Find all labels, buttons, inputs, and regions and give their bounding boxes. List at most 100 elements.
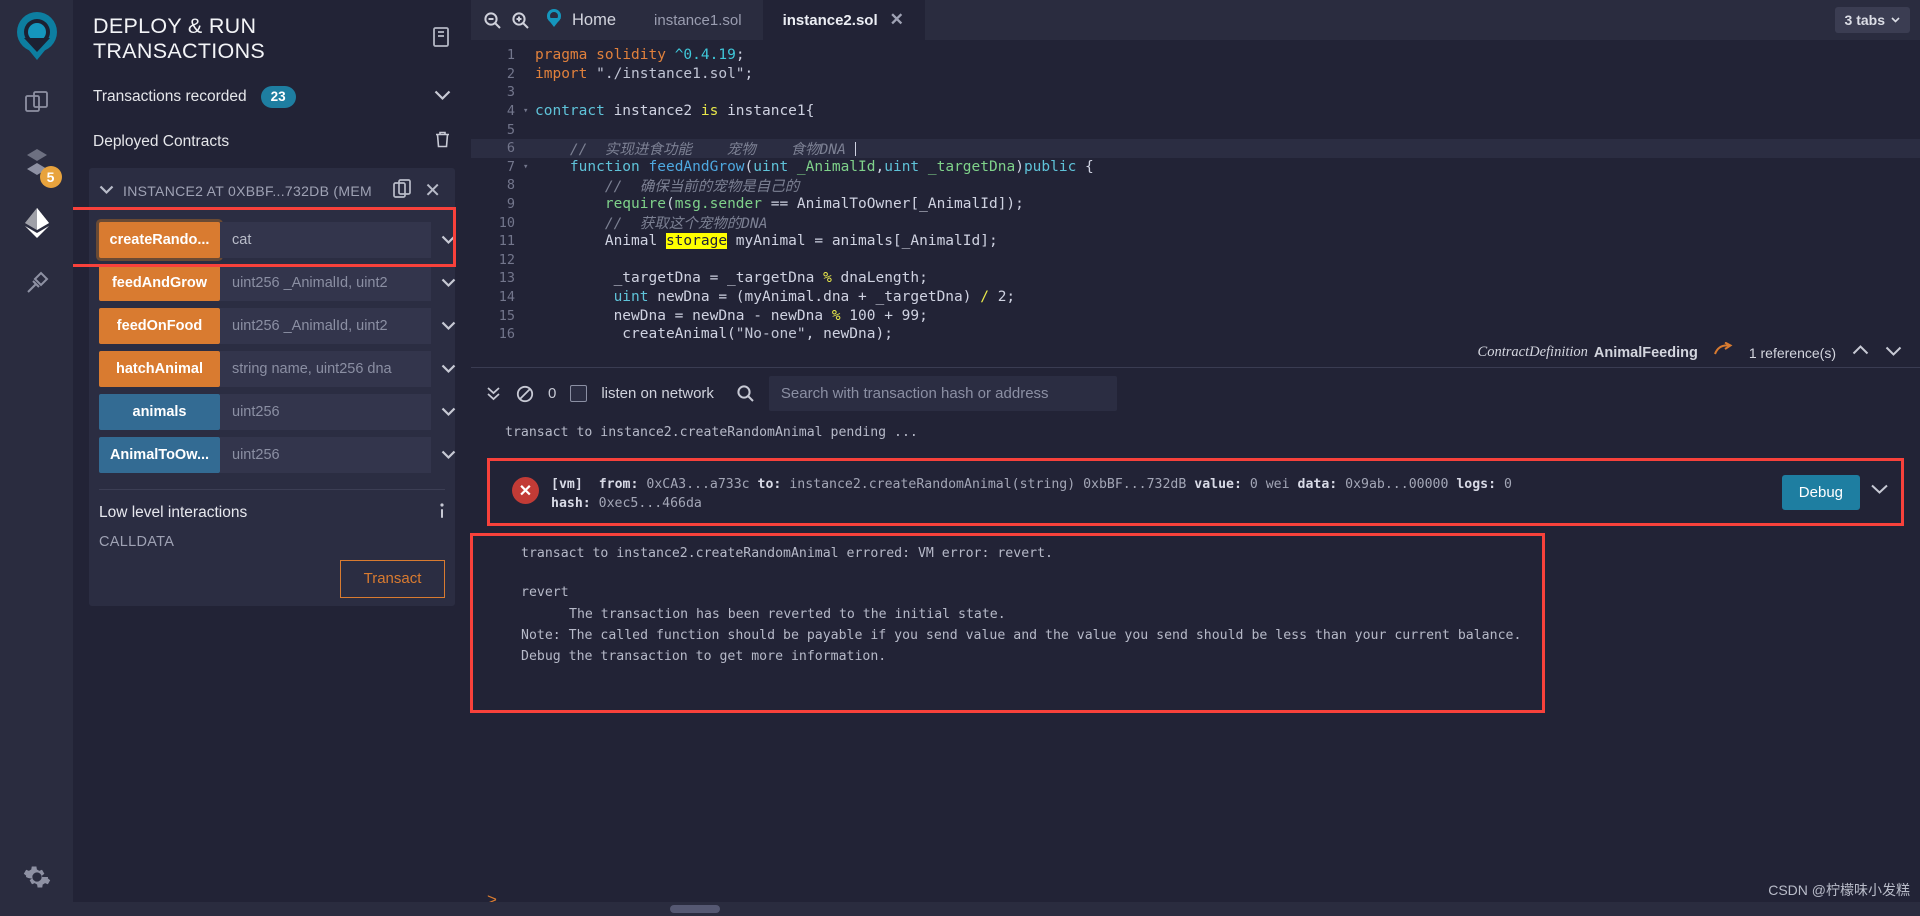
hash-value: 0xec5...466da (598, 496, 702, 512)
code-line: 16 _createAnimal("No-one", newDna); (498, 326, 893, 340)
revert-hint: Debug the transaction to get more inform… (521, 648, 887, 664)
calldata-input[interactable] (99, 559, 340, 598)
page-title: DEPLOY & RUN TRANSACTIONS (93, 14, 266, 63)
copy-icon[interactable] (392, 178, 413, 205)
code-line: 14 uint newDna = (myAnimal.dna + _target… (498, 289, 1016, 306)
code-editor[interactable]: 1 pragma solidity ^0.4.19; 2 import "./ins… (471, 40, 1920, 340)
function-input-animaltoowner[interactable] (220, 436, 431, 473)
pending-count: 0 (548, 385, 557, 402)
code-line: 2 import "./instance1.sol"; (506, 65, 754, 82)
code-line: 11 Animal storage myAnimal = animals[_An… (498, 233, 998, 250)
chevron-down-icon[interactable] (431, 351, 465, 387)
function-button-feedonfood[interactable]: feedOnFood (99, 307, 220, 344)
chevron-down-icon (1891, 17, 1900, 23)
revert-detail: The transaction has been reverted to the… (569, 606, 1006, 622)
chevron-down-icon[interactable] (431, 437, 465, 473)
solidity-compiler-icon[interactable]: 5 (14, 140, 62, 188)
instance-header[interactable]: INSTANCE2 AT 0XBBF...732DB (MEM ✕ (89, 168, 455, 215)
no-entry-icon[interactable] (516, 385, 534, 403)
remix-logo-icon (8, 8, 66, 66)
revert-label: revert (521, 585, 569, 601)
to-value: instance2.createRandomAnimal(string) 0xb… (789, 477, 1187, 492)
code-line: 5 (506, 121, 515, 138)
tab-home[interactable]: Home (540, 0, 634, 40)
transact-button[interactable]: Transact (340, 559, 445, 598)
chevron-down-icon[interactable] (431, 394, 465, 430)
function-button-feedandgrow[interactable]: feedAndGrow (99, 264, 220, 301)
icon-rail: 5 (0, 0, 73, 916)
double-chevron-down-icon[interactable] (485, 385, 502, 402)
tab-instance2-sol[interactable]: instance2.sol ✕ (762, 0, 925, 40)
function-input-feedonfood[interactable] (220, 307, 431, 344)
function-row-feedonfood: feedOnFood (99, 307, 455, 344)
function-button-animals[interactable]: animals (99, 393, 220, 430)
chevron-down-icon[interactable] (431, 222, 465, 258)
function-button-createrandomanimal[interactable]: createRando... (99, 221, 220, 258)
code-line: 3 (506, 84, 515, 101)
function-input-createrandomanimal[interactable] (220, 221, 431, 258)
zoom-out-icon[interactable] (483, 11, 502, 30)
trash-icon[interactable] (434, 130, 451, 154)
tab-label: instance2.sol (782, 11, 878, 29)
code-line: 7 ▾ function feedAndGrow(uint _AnimalId,u… (506, 158, 1094, 175)
deployed-instance-card: INSTANCE2 AT 0XBBF...732DB (MEM ✕ create… (89, 167, 455, 606)
chevron-up-icon[interactable] (1852, 344, 1869, 361)
deployed-contracts-row: Deployed Contracts (89, 130, 455, 154)
transactions-recorded-row[interactable]: Transactions recorded 23 (89, 86, 455, 108)
debug-button[interactable]: Debug (1781, 475, 1860, 510)
search-icon[interactable] (736, 384, 755, 403)
tab-instance1-sol[interactable]: instance1.sol (634, 0, 763, 40)
transactions-recorded-badge: 23 (260, 86, 296, 108)
definition-name: AnimalFeeding (1593, 344, 1698, 361)
tab-zoom-tools (471, 0, 540, 40)
chevron-down-icon[interactable] (1870, 483, 1889, 499)
transaction-error-detail: transact to instance2.createRandomAnimal… (487, 526, 1904, 563)
close-icon[interactable]: ✕ (890, 10, 904, 30)
terminal-output: transact to instance2.createRandomAnimal… (471, 419, 1920, 890)
listen-on-network-label: listen on network (601, 385, 714, 402)
code-line: 4 ▾ contract instance2 is instance1{ (506, 103, 815, 120)
book-icon[interactable] (431, 26, 451, 53)
code-line: 13 _targetDna = _targetDna % dnaLength; (498, 270, 928, 287)
close-icon[interactable]: ✕ (422, 181, 443, 201)
listen-on-network-checkbox[interactable] (570, 385, 588, 402)
chevron-down-icon[interactable] (99, 182, 114, 200)
definition-kind: ContractDefinition (1477, 344, 1588, 360)
value-label: value: (1194, 477, 1242, 492)
divider (99, 488, 445, 490)
function-button-hatchanimal[interactable]: hatchAnimal (99, 350, 220, 387)
tabs-count-button[interactable]: 3 tabs (1834, 7, 1910, 33)
data-label: data: (1297, 477, 1338, 492)
function-input-hatchanimal[interactable] (220, 350, 431, 387)
remix-ide-window: 5 DEPLOY & RUN TRANSACTIONS Transactions… (0, 0, 1920, 916)
function-input-feedandgrow[interactable] (220, 264, 431, 301)
file-explorer-icon[interactable] (14, 80, 60, 126)
error-icon: ✕ (512, 477, 539, 504)
terminal-panel: 0 listen on network transact to instance… (471, 367, 1920, 916)
function-input-animals[interactable] (220, 393, 431, 430)
terminal-pending-line: transact to instance2.createRandomAnimal… (505, 425, 918, 440)
scrollbar-thumb[interactable] (670, 905, 720, 913)
logs-value: 0 (1504, 477, 1512, 492)
chevron-down-icon[interactable] (431, 308, 465, 344)
tab-label: instance1.sol (654, 11, 742, 29)
transaction-summary: [vm] from: 0xCA3...a733c to: instance2.c… (551, 475, 1774, 513)
code-line: 8 // 确保当前的宠物是自己的 (506, 177, 800, 195)
chevron-down-icon[interactable] (1885, 344, 1902, 361)
deploy-run-transactions-icon[interactable] (14, 200, 60, 246)
transaction-result-block: ✕ [vm] from: 0xCA3...a733c to: instance2… (487, 458, 1904, 527)
function-button-animaltoowner[interactable]: AnimalToOw... (99, 436, 220, 473)
deployed-contracts-label: Deployed Contracts (93, 132, 230, 150)
plugin-manager-icon[interactable] (14, 260, 60, 306)
gear-icon[interactable] (14, 854, 60, 900)
from-value: 0xCA3...a733c (646, 477, 750, 492)
chevron-down-icon[interactable] (434, 88, 451, 106)
tabs-count-label: 3 tabs (1844, 12, 1885, 28)
code-line-current: 6 // 实现进食功能 宠物 食物DNA (471, 138, 1920, 158)
chevron-down-icon[interactable] (431, 265, 465, 301)
zoom-in-icon[interactable] (511, 11, 530, 30)
info-icon[interactable] (439, 502, 445, 524)
external-link-icon[interactable] (1713, 341, 1733, 363)
terminal-search-input[interactable] (768, 376, 1117, 411)
horizontal-scrollbar[interactable] (0, 902, 1920, 916)
